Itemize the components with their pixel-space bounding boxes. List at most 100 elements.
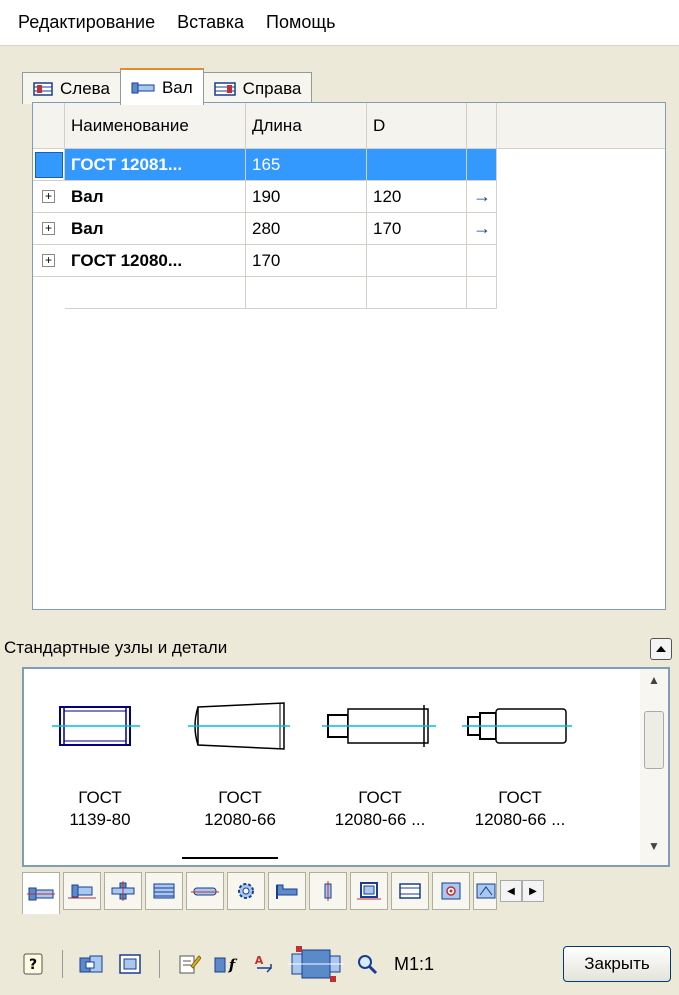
category-tab[interactable] — [186, 872, 224, 910]
bushing-icon — [68, 884, 96, 899]
scroll-right-icon[interactable]: ▶ — [522, 880, 544, 902]
table-row-length[interactable]: 165 — [246, 149, 367, 181]
row-selector — [35, 151, 63, 178]
menu-edit[interactable]: Редактирование — [18, 12, 155, 33]
table-row-name[interactable] — [65, 277, 246, 309]
build-button[interactable] — [288, 946, 344, 982]
category-tab[interactable] — [63, 872, 101, 910]
stepped-shaft-drawing-icon — [462, 708, 572, 744]
flange-icon — [111, 881, 135, 901]
menu-help[interactable]: Помощь — [266, 12, 336, 33]
edit-button[interactable] — [174, 949, 204, 979]
table-row-arrow[interactable]: → — [467, 181, 497, 213]
collapse-button[interactable] — [650, 638, 672, 660]
text-button[interactable]: A — [250, 949, 280, 979]
text-direction-icon: A — [255, 954, 272, 973]
row-indicator[interactable]: + — [33, 181, 65, 213]
library-label: Стандартные узлы и детали — [4, 638, 228, 657]
scroll-down-icon[interactable]: ▼ — [644, 839, 664, 861]
svg-text:A: A — [255, 954, 264, 967]
library-item-caption: ГОСТ 12080-66 — [204, 788, 276, 829]
table-row-length[interactable] — [246, 277, 367, 309]
shaft-icon — [131, 82, 155, 93]
scroll-up-icon[interactable]: ▲ — [644, 673, 664, 695]
function-button[interactable]: f — [212, 949, 242, 979]
table-row-d[interactable] — [367, 277, 467, 309]
ring-icon — [357, 882, 381, 900]
shaft-icon — [27, 887, 55, 900]
table-row-arrow[interactable]: → — [467, 213, 497, 245]
svg-text:f: f — [228, 956, 238, 974]
tab-right-label: Справа — [242, 78, 302, 98]
expand-icon[interactable]: + — [42, 254, 55, 267]
table-row-arrow[interactable] — [467, 245, 497, 277]
category-tab[interactable] — [350, 872, 388, 910]
menu-insert[interactable]: Вставка — [177, 12, 244, 33]
col-header-d[interactable]: D — [367, 103, 467, 149]
category-tab[interactable] — [309, 872, 347, 910]
toolbar-separator — [159, 950, 160, 978]
thread-icon — [324, 881, 332, 901]
category-tab-bar: ◀ ▶ — [22, 872, 670, 914]
library-item-partial — [182, 857, 278, 861]
category-tab[interactable] — [391, 872, 429, 910]
row-indicator[interactable]: + — [33, 213, 65, 245]
table-row-d[interactable] — [367, 149, 467, 181]
table-row-name[interactable]: ГОСТ 12080... — [65, 245, 246, 277]
left-assembly-icon — [33, 81, 53, 96]
bushing-drawing-icon — [52, 706, 140, 746]
table-row-d[interactable]: 120 — [367, 181, 467, 213]
groove-icon — [476, 883, 496, 899]
view-button[interactable] — [115, 949, 145, 979]
row-indicator-selected[interactable] — [33, 149, 65, 181]
svg-text:?: ? — [29, 957, 37, 973]
row-indicator[interactable]: + — [33, 245, 65, 277]
tab-left[interactable]: Слева — [22, 72, 121, 104]
table-row-arrow[interactable] — [467, 149, 497, 181]
help-button[interactable]: ? — [18, 949, 48, 979]
expand-icon[interactable]: + — [42, 190, 55, 203]
table-row-name[interactable]: Вал — [65, 213, 246, 245]
table-row-arrow[interactable] — [467, 277, 497, 309]
edit-icon — [179, 955, 201, 974]
category-tab[interactable] — [22, 872, 60, 914]
category-tab[interactable] — [104, 872, 142, 910]
col-header-filler — [497, 103, 665, 149]
close-button[interactable]: Закрыть — [563, 946, 671, 982]
table-row-d[interactable]: 170 — [367, 213, 467, 245]
table-row-length[interactable]: 280 — [246, 213, 367, 245]
assembly-button[interactable] — [77, 949, 107, 979]
center-icon — [441, 882, 461, 900]
sleeve-icon — [399, 883, 421, 899]
table-row-d[interactable] — [367, 245, 467, 277]
top-panel: Слева Вал Справа Наименование Длина D ГО… — [0, 46, 679, 626]
tab-shaft[interactable]: Вал — [119, 68, 204, 105]
category-tab[interactable] — [227, 872, 265, 910]
scroll-thumb[interactable] — [644, 711, 664, 769]
table-row-name[interactable]: ГОСТ 12081... — [65, 149, 246, 181]
category-tab[interactable] — [145, 872, 183, 910]
assembly-icon — [79, 955, 103, 973]
bottom-toolbar: ? f A M1:1 Закрыть — [0, 938, 679, 990]
category-tab[interactable] — [432, 872, 470, 910]
expand-icon[interactable]: + — [42, 222, 55, 235]
function-icon: f — [214, 956, 238, 974]
magnifier-icon — [358, 955, 378, 975]
library-item-caption: ГОСТ 12080-66 ... — [334, 788, 426, 829]
col-header-length[interactable]: Длина — [246, 103, 367, 149]
table-row-name[interactable]: Вал — [65, 181, 246, 213]
table-row-length[interactable]: 190 — [246, 181, 367, 213]
col-header-extra — [467, 103, 497, 149]
scale-readout[interactable]: M1:1 — [394, 954, 434, 975]
scroll-left-icon[interactable]: ◀ — [500, 880, 522, 902]
row-indicator — [33, 277, 65, 309]
zoom-button[interactable] — [352, 949, 382, 979]
category-tab[interactable] — [473, 872, 497, 910]
library-item-caption: ГОСТ 1139-80 — [69, 788, 131, 829]
vertical-scrollbar[interactable]: ▲ ▼ — [640, 669, 668, 865]
tab-right[interactable]: Справа — [202, 72, 313, 104]
col-header-name[interactable]: Наименование — [65, 103, 246, 149]
sleeve-drawing-icon — [188, 702, 290, 750]
category-tab[interactable] — [268, 872, 306, 910]
table-row-length[interactable]: 170 — [246, 245, 367, 277]
